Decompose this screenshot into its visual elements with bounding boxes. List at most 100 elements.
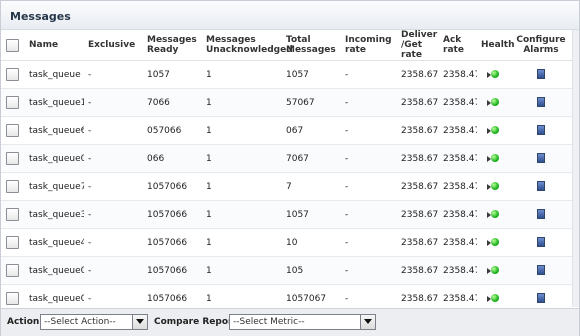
table-row[interactable]: task_queue7-1057066 1 7-2358.67 2358.47 <box>1 172 573 201</box>
row-health-cell <box>477 60 509 89</box>
table-row[interactable]: task_queue1-7066 1 57067-2358.67 2358.47 <box>1 88 573 117</box>
row-unack: 1 <box>202 228 282 257</box>
row-name: task_queue0 <box>25 144 84 173</box>
row-checkbox[interactable] <box>6 180 19 193</box>
table-row[interactable]: task_queue0-1057066 1 1057067-2358.67 2358.… <box>1 284 573 307</box>
vertical-scrollbar[interactable] <box>572 30 579 307</box>
row-total: 1057 <box>282 60 341 89</box>
row-ready: 066 <box>143 144 202 173</box>
configure-alarm-icon[interactable] <box>537 181 545 192</box>
action-select-dropdown-button[interactable] <box>132 315 147 329</box>
configure-alarm-icon[interactable] <box>537 97 545 108</box>
messages-panel: Messages Name Exclusive Messages Ready M… <box>0 0 580 336</box>
row-unack: 1 <box>202 256 282 285</box>
row-health-cell <box>477 144 509 173</box>
row-incoming: - <box>341 60 397 89</box>
table-row[interactable]: task_queue6-057066 1 067-2358.67 2358.47 <box>1 116 573 145</box>
row-ready: 1057066 <box>143 284 202 307</box>
row-checkbox[interactable] <box>6 152 19 165</box>
col-header-health[interactable]: Health <box>477 30 515 61</box>
col-header-configure-alarms[interactable]: Configure Alarms <box>509 30 573 61</box>
health-ok-icon <box>487 97 499 107</box>
table-row[interactable]: task_queue -1057 1 1057-2358.67 2358.47 <box>1 60 573 89</box>
row-alarms-cell <box>509 88 573 117</box>
row-total: 57067 <box>282 88 341 117</box>
row-alarms-cell <box>509 172 573 201</box>
table-row[interactable]: task_queue0-1057066 1 105-2358.67 2358.47 <box>1 256 573 285</box>
table-header-row: Name Exclusive Messages Ready Messages U… <box>1 30 573 61</box>
row-alarms-cell <box>509 284 573 307</box>
row-name: task_queue7 <box>25 172 84 201</box>
configure-alarm-icon[interactable] <box>537 153 545 164</box>
configure-alarm-icon[interactable] <box>537 293 545 304</box>
row-ready: 1057066 <box>143 228 202 257</box>
row-ack: 2358.47 <box>439 228 477 257</box>
row-checkbox[interactable] <box>6 236 19 249</box>
row-alarms-cell <box>509 200 573 229</box>
configure-alarm-icon[interactable] <box>537 209 545 220</box>
row-exclusive: - <box>84 256 143 285</box>
row-deliver: 2358.67 <box>397 200 439 229</box>
table-row[interactable]: task_queue4-1057066 1 10-2358.67 2358.47 <box>1 228 573 257</box>
row-checkbox[interactable] <box>6 68 19 81</box>
chevron-down-icon <box>364 319 372 324</box>
col-header-deliver-get-rate[interactable]: Deliver /Get rate <box>397 30 439 61</box>
col-header-name[interactable]: Name <box>25 30 84 61</box>
row-checkbox[interactable] <box>6 208 19 221</box>
row-name: task_queue0 <box>25 284 84 307</box>
table-row[interactable]: task_queue3-1057066 1 1057-2358.67 2358.47 <box>1 200 573 229</box>
configure-alarm-icon[interactable] <box>537 265 545 276</box>
row-exclusive: - <box>84 116 143 145</box>
row-checkbox[interactable] <box>6 96 19 109</box>
col-header-messages-ready[interactable]: Messages Ready <box>143 30 202 61</box>
col-header-total-messages[interactable]: Total Messages <box>282 30 341 61</box>
row-ack: 2358.47 <box>439 284 477 307</box>
row-health-cell <box>477 200 509 229</box>
table-row[interactable]: task_queue0-066 1 7067-2358.67 2358.47 <box>1 144 573 173</box>
row-unack: 1 <box>202 200 282 229</box>
health-ok-icon <box>487 209 499 219</box>
row-checkbox[interactable] <box>6 292 19 305</box>
row-exclusive: - <box>84 144 143 173</box>
row-ack: 2358.47 <box>439 116 477 145</box>
row-total: 105 <box>282 256 341 285</box>
panel-titlebar: Messages <box>1 1 579 30</box>
row-alarms-cell <box>509 144 573 173</box>
row-checkbox[interactable] <box>6 124 19 137</box>
metric-select[interactable]: --Select Metric-- <box>229 314 376 330</box>
row-ready: 057066 <box>143 116 202 145</box>
messages-table-scroller[interactable]: Name Exclusive Messages Ready Messages U… <box>1 30 579 307</box>
action-select[interactable]: --Select Action-- <box>40 314 148 330</box>
row-exclusive: - <box>84 88 143 117</box>
row-total: 1057067 <box>282 284 341 307</box>
row-unack: 1 <box>202 116 282 145</box>
col-header-messages-unacknowledged[interactable]: Messages Unacknowledged <box>202 30 293 61</box>
row-select-cell <box>1 144 25 173</box>
select-all-cell <box>1 30 25 61</box>
row-deliver: 2358.67 <box>397 284 439 307</box>
health-ok-icon <box>487 293 499 303</box>
row-incoming: - <box>341 172 397 201</box>
row-select-cell <box>1 172 25 201</box>
health-ok-icon <box>487 181 499 191</box>
chevron-down-icon <box>136 319 144 324</box>
select-all-checkbox[interactable] <box>6 38 19 52</box>
configure-alarm-icon[interactable] <box>537 69 545 80</box>
col-header-exclusive[interactable]: Exclusive <box>84 30 143 61</box>
col-header-incoming-rate[interactable]: Incoming rate <box>341 30 397 61</box>
row-ack: 2358.47 <box>439 200 477 229</box>
col-header-ack-rate[interactable]: Ack rate <box>439 30 477 61</box>
configure-alarm-icon[interactable] <box>537 125 545 136</box>
row-unack: 1 <box>202 172 282 201</box>
metric-select-dropdown-button[interactable] <box>360 315 375 329</box>
row-total: 7067 <box>282 144 341 173</box>
messages-table-body: task_queue -1057 1 1057-2358.67 2358.47 task_… <box>1 60 573 307</box>
configure-alarm-icon[interactable] <box>537 237 545 248</box>
row-name: task_queue3 <box>25 200 84 229</box>
panel-title: Messages <box>10 10 71 23</box>
row-checkbox[interactable] <box>6 264 19 277</box>
row-select-cell <box>1 116 25 145</box>
row-name: task_queue1 <box>25 88 84 117</box>
row-exclusive: - <box>84 60 143 89</box>
row-incoming: - <box>341 284 397 307</box>
